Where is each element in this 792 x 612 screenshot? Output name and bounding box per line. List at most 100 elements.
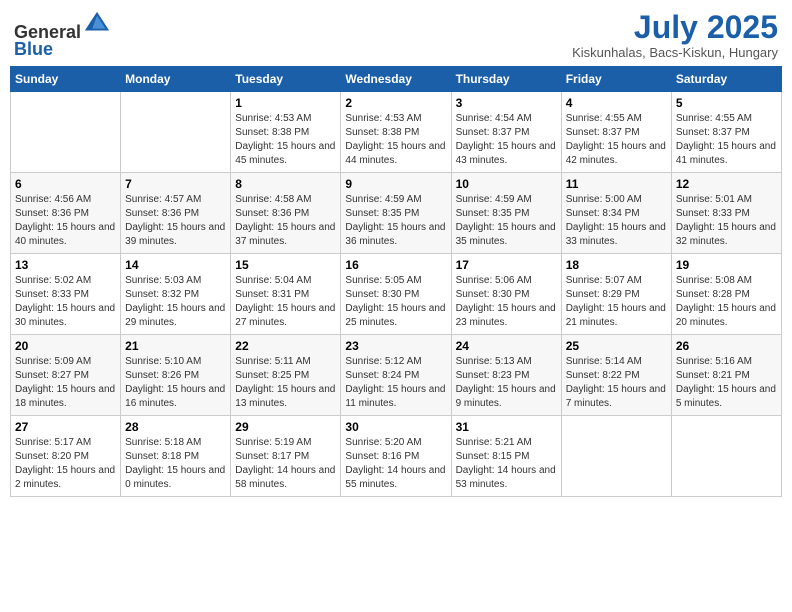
day-info: Sunrise: 4:55 AM Sunset: 8:37 PM Dayligh… <box>566 112 667 168</box>
day-number: 10 <box>456 177 557 191</box>
day-info: Sunrise: 5:01 AM Sunset: 8:33 PM Dayligh… <box>676 193 777 249</box>
day-number: 15 <box>235 258 336 272</box>
sunrise-label: Sunrise: 5:13 AM <box>456 356 532 367</box>
page-header: General Blue July 2025 Kiskunhalas, Bacs… <box>10 10 782 60</box>
day-number: 9 <box>345 177 446 191</box>
day-info: Sunrise: 4:53 AM Sunset: 8:38 PM Dayligh… <box>235 112 336 168</box>
calendar-cell: 16 Sunrise: 5:05 AM Sunset: 8:30 PM Dayl… <box>341 254 451 335</box>
weekday-header-saturday: Saturday <box>671 67 781 92</box>
daylight-label: Daylight: 14 hours and 58 minutes. <box>235 465 335 490</box>
calendar-cell: 21 Sunrise: 5:10 AM Sunset: 8:26 PM Dayl… <box>121 335 231 416</box>
sunrise-label: Sunrise: 5:21 AM <box>456 437 532 448</box>
day-info: Sunrise: 5:14 AM Sunset: 8:22 PM Dayligh… <box>566 355 667 411</box>
calendar-cell: 11 Sunrise: 5:00 AM Sunset: 8:34 PM Dayl… <box>561 173 671 254</box>
sunset-label: Sunset: 8:37 PM <box>566 127 640 138</box>
calendar-cell: 2 Sunrise: 4:53 AM Sunset: 8:38 PM Dayli… <box>341 92 451 173</box>
day-info: Sunrise: 4:58 AM Sunset: 8:36 PM Dayligh… <box>235 193 336 249</box>
calendar-cell: 5 Sunrise: 4:55 AM Sunset: 8:37 PM Dayli… <box>671 92 781 173</box>
daylight-label: Daylight: 15 hours and 11 minutes. <box>345 384 445 409</box>
sunrise-label: Sunrise: 5:12 AM <box>345 356 421 367</box>
sunrise-label: Sunrise: 5:17 AM <box>15 437 91 448</box>
daylight-label: Daylight: 15 hours and 44 minutes. <box>345 141 445 166</box>
day-number: 12 <box>676 177 777 191</box>
sunrise-label: Sunrise: 5:05 AM <box>345 275 421 286</box>
calendar-cell: 13 Sunrise: 5:02 AM Sunset: 8:33 PM Dayl… <box>11 254 121 335</box>
daylight-label: Daylight: 15 hours and 41 minutes. <box>676 141 776 166</box>
day-info: Sunrise: 4:59 AM Sunset: 8:35 PM Dayligh… <box>456 193 557 249</box>
daylight-label: Daylight: 15 hours and 35 minutes. <box>456 222 556 247</box>
daylight-label: Daylight: 15 hours and 42 minutes. <box>566 141 666 166</box>
daylight-label: Daylight: 15 hours and 2 minutes. <box>15 465 115 490</box>
calendar-cell: 14 Sunrise: 5:03 AM Sunset: 8:32 PM Dayl… <box>121 254 231 335</box>
sunset-label: Sunset: 8:38 PM <box>235 127 309 138</box>
calendar-cell: 10 Sunrise: 4:59 AM Sunset: 8:35 PM Dayl… <box>451 173 561 254</box>
sunset-label: Sunset: 8:20 PM <box>15 451 89 462</box>
calendar-cell: 22 Sunrise: 5:11 AM Sunset: 8:25 PM Dayl… <box>231 335 341 416</box>
daylight-label: Daylight: 15 hours and 9 minutes. <box>456 384 556 409</box>
day-number: 11 <box>566 177 667 191</box>
daylight-label: Daylight: 15 hours and 32 minutes. <box>676 222 776 247</box>
calendar-table: SundayMondayTuesdayWednesdayThursdayFrid… <box>10 66 782 497</box>
calendar-week-2: 6 Sunrise: 4:56 AM Sunset: 8:36 PM Dayli… <box>11 173 782 254</box>
sunrise-label: Sunrise: 4:59 AM <box>345 194 421 205</box>
calendar-cell: 17 Sunrise: 5:06 AM Sunset: 8:30 PM Dayl… <box>451 254 561 335</box>
day-info: Sunrise: 5:18 AM Sunset: 8:18 PM Dayligh… <box>125 436 226 492</box>
sunset-label: Sunset: 8:25 PM <box>235 370 309 381</box>
weekday-header-sunday: Sunday <box>11 67 121 92</box>
calendar-cell: 27 Sunrise: 5:17 AM Sunset: 8:20 PM Dayl… <box>11 416 121 497</box>
daylight-label: Daylight: 15 hours and 0 minutes. <box>125 465 225 490</box>
day-number: 19 <box>676 258 777 272</box>
sunset-label: Sunset: 8:18 PM <box>125 451 199 462</box>
day-info: Sunrise: 4:57 AM Sunset: 8:36 PM Dayligh… <box>125 193 226 249</box>
daylight-label: Daylight: 15 hours and 30 minutes. <box>15 303 115 328</box>
day-number: 8 <box>235 177 336 191</box>
sunrise-label: Sunrise: 4:55 AM <box>676 113 752 124</box>
calendar-cell: 31 Sunrise: 5:21 AM Sunset: 8:15 PM Dayl… <box>451 416 561 497</box>
day-number: 13 <box>15 258 116 272</box>
day-number: 26 <box>676 339 777 353</box>
location: Kiskunhalas, Bacs-Kiskun, Hungary <box>572 45 778 60</box>
day-info: Sunrise: 4:53 AM Sunset: 8:38 PM Dayligh… <box>345 112 446 168</box>
sunset-label: Sunset: 8:33 PM <box>15 289 89 300</box>
calendar-cell: 19 Sunrise: 5:08 AM Sunset: 8:28 PM Dayl… <box>671 254 781 335</box>
weekday-header-row: SundayMondayTuesdayWednesdayThursdayFrid… <box>11 67 782 92</box>
sunrise-label: Sunrise: 5:03 AM <box>125 275 201 286</box>
sunrise-label: Sunrise: 5:08 AM <box>676 275 752 286</box>
sunrise-label: Sunrise: 5:10 AM <box>125 356 201 367</box>
day-info: Sunrise: 4:55 AM Sunset: 8:37 PM Dayligh… <box>676 112 777 168</box>
day-info: Sunrise: 5:02 AM Sunset: 8:33 PM Dayligh… <box>15 274 116 330</box>
daylight-label: Daylight: 14 hours and 55 minutes. <box>345 465 445 490</box>
day-info: Sunrise: 5:04 AM Sunset: 8:31 PM Dayligh… <box>235 274 336 330</box>
weekday-header-friday: Friday <box>561 67 671 92</box>
day-info: Sunrise: 5:21 AM Sunset: 8:15 PM Dayligh… <box>456 436 557 492</box>
daylight-label: Daylight: 15 hours and 25 minutes. <box>345 303 445 328</box>
daylight-label: Daylight: 15 hours and 33 minutes. <box>566 222 666 247</box>
sunrise-label: Sunrise: 4:54 AM <box>456 113 532 124</box>
daylight-label: Daylight: 15 hours and 5 minutes. <box>676 384 776 409</box>
calendar-cell: 29 Sunrise: 5:19 AM Sunset: 8:17 PM Dayl… <box>231 416 341 497</box>
sunset-label: Sunset: 8:35 PM <box>345 208 419 219</box>
sunset-label: Sunset: 8:37 PM <box>456 127 530 138</box>
sunset-label: Sunset: 8:35 PM <box>456 208 530 219</box>
month-title: July 2025 <box>572 10 778 45</box>
day-number: 22 <box>235 339 336 353</box>
day-number: 6 <box>15 177 116 191</box>
sunset-label: Sunset: 8:34 PM <box>566 208 640 219</box>
calendar-week-1: 1 Sunrise: 4:53 AM Sunset: 8:38 PM Dayli… <box>11 92 782 173</box>
calendar-cell: 25 Sunrise: 5:14 AM Sunset: 8:22 PM Dayl… <box>561 335 671 416</box>
calendar-week-4: 20 Sunrise: 5:09 AM Sunset: 8:27 PM Dayl… <box>11 335 782 416</box>
calendar-week-5: 27 Sunrise: 5:17 AM Sunset: 8:20 PM Dayl… <box>11 416 782 497</box>
sunset-label: Sunset: 8:21 PM <box>676 370 750 381</box>
day-number: 14 <box>125 258 226 272</box>
day-number: 29 <box>235 420 336 434</box>
calendar-cell: 3 Sunrise: 4:54 AM Sunset: 8:37 PM Dayli… <box>451 92 561 173</box>
sunrise-label: Sunrise: 5:02 AM <box>15 275 91 286</box>
calendar-cell <box>11 92 121 173</box>
sunset-label: Sunset: 8:29 PM <box>566 289 640 300</box>
daylight-label: Daylight: 15 hours and 29 minutes. <box>125 303 225 328</box>
sunset-label: Sunset: 8:36 PM <box>235 208 309 219</box>
day-info: Sunrise: 5:06 AM Sunset: 8:30 PM Dayligh… <box>456 274 557 330</box>
calendar-cell: 20 Sunrise: 5:09 AM Sunset: 8:27 PM Dayl… <box>11 335 121 416</box>
day-number: 24 <box>456 339 557 353</box>
calendar-cell: 24 Sunrise: 5:13 AM Sunset: 8:23 PM Dayl… <box>451 335 561 416</box>
